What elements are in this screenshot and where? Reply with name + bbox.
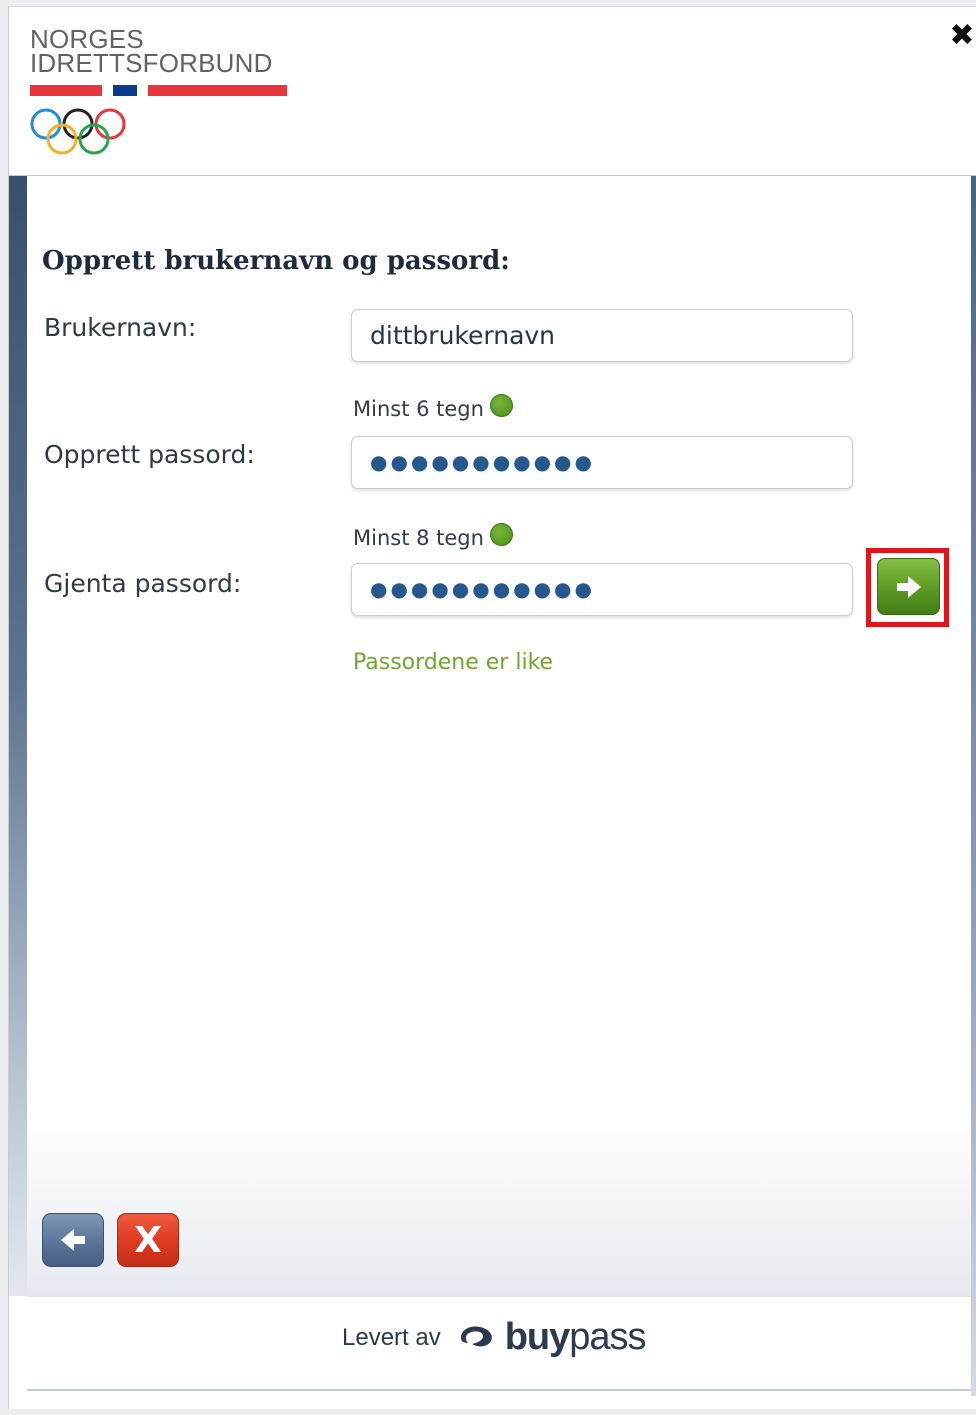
right-edge-decoration <box>971 176 976 1396</box>
username-input[interactable] <box>351 309 853 362</box>
password-label: Opprett passord: <box>44 440 255 469</box>
back-button[interactable] <box>42 1213 104 1267</box>
nif-logo-text: NORGES IDRETTSFORBUND <box>30 26 273 78</box>
brand-bold: buy <box>504 1316 571 1358</box>
login-dialog: NORGES IDRETTSFORBUND ✖ <box>8 6 976 1409</box>
username-label: Brukernavn: <box>44 313 197 342</box>
left-edge-decoration <box>9 176 27 1296</box>
provided-by-text: Levert av <box>342 1323 441 1351</box>
form-heading: Opprett brukernavn og passord: <box>42 246 510 276</box>
brand-light: pass <box>569 1316 646 1358</box>
password-hint-text: Minst 8 tegn <box>353 526 484 550</box>
username-hint-text: Minst 6 tegn <box>353 397 484 421</box>
buypass-logo-icon <box>460 1325 492 1346</box>
username-hint: Minst 6 tegn <box>353 394 513 421</box>
repeat-password-label: Gjenta passord: <box>44 569 242 598</box>
logo-red-bar-left <box>30 85 102 96</box>
arrow-left-icon <box>61 1229 85 1251</box>
logo-line-2: IDRETTSFORBUND <box>30 48 273 78</box>
repeat-password-input[interactable]: ●●●●●●●●●●● <box>351 563 853 616</box>
logo-red-bar-right <box>148 85 287 96</box>
provided-by: Levert av buypass <box>342 1316 647 1359</box>
buypass-brand: buypass <box>504 1316 647 1359</box>
arrow-right-icon <box>896 575 921 598</box>
cancel-button[interactable]: X <box>117 1213 179 1267</box>
password-match-status: Passordene er like <box>353 650 554 675</box>
valid-indicator-icon <box>489 394 513 417</box>
logo-blue-bar <box>113 85 137 96</box>
close-icon[interactable]: ✖ <box>947 19 976 53</box>
password-input[interactable]: ●●●●●●●●●●● <box>351 436 853 489</box>
dialog-header: NORGES IDRETTSFORBUND ✖ <box>9 7 976 176</box>
next-button[interactable] <box>877 558 940 615</box>
password-hint: Minst 8 tegn <box>353 523 513 550</box>
olympic-rings-icon <box>30 108 126 155</box>
valid-indicator-icon <box>489 523 513 546</box>
